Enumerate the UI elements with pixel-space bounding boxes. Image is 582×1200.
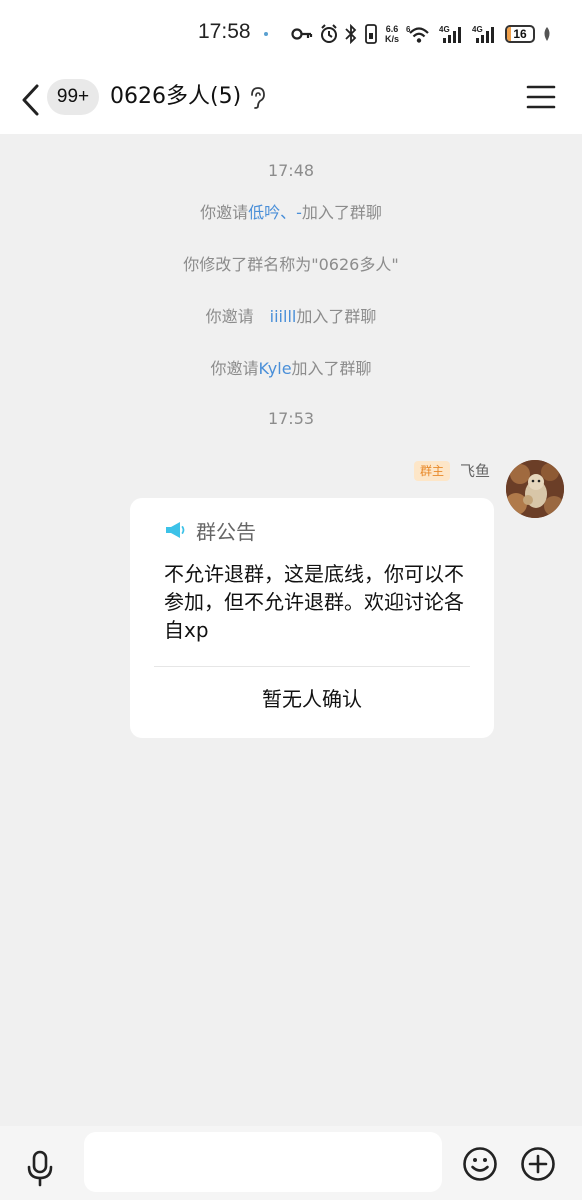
status-icons: 6.6 K/s 6 4G 4G 16 [291, 22, 552, 46]
confirm-status[interactable]: 暂无人确认 [130, 684, 494, 714]
unread-count-badge[interactable]: 99+ [47, 79, 99, 115]
notification-dot [264, 32, 268, 36]
timestamp: 17:48 [267, 161, 315, 180]
megaphone-icon [166, 522, 185, 538]
signal1-label: 4G [439, 25, 450, 34]
battery-fill [507, 27, 512, 41]
event-text: 加入了群聊 [301, 203, 382, 222]
event-text: 加入了群聊 [291, 359, 372, 378]
announcement-body: 不允许退群，这是底线，你可以不参加，但不允许退群。欢迎讨论各自xp [164, 562, 464, 642]
message-input[interactable] [84, 1132, 442, 1192]
invited-member-name[interactable]: Kyle [258, 359, 291, 378]
signal-icon: 4G [439, 25, 461, 43]
vibrate-icon [365, 24, 377, 44]
event-text: 你邀请 [210, 359, 259, 378]
battery-icon: 16 [505, 25, 535, 43]
avatar[interactable] [506, 460, 564, 518]
emoji-icon[interactable] [462, 1146, 498, 1182]
event-text: 你邀请 [205, 307, 254, 326]
network-speed: 6.6 K/s [385, 24, 399, 44]
wifi-icon: 6 [406, 25, 429, 43]
chat-title[interactable]: 0626多人(5) [110, 83, 241, 111]
signal-icon: 4G [472, 25, 494, 43]
status-bar: 17:58 6.6 K/s 6 4G 4G 16 [0, 0, 582, 66]
key-icon [291, 28, 313, 40]
bluetooth-icon [345, 24, 357, 44]
invited-member-name[interactable]: 低吟、- [248, 203, 302, 222]
message-list[interactable]: 17:48 你邀请低吟、-加入了群聊 你修改了群名称为"0626多人" 你邀请 i… [0, 134, 582, 1126]
battery-level: 16 [513, 27, 527, 41]
owner-badge: 群主 [413, 460, 450, 481]
sender-info: 群主 飞鱼 [413, 460, 490, 481]
system-message-rename: 你修改了群名称为"0626多人" [183, 255, 399, 274]
net-speed-unit: K/s [384, 34, 399, 44]
announcement-title: 群公告 [196, 519, 256, 544]
microphone-icon[interactable] [24, 1150, 56, 1188]
alarm-icon [320, 24, 337, 43]
input-bar [0, 1126, 582, 1200]
system-message-invite: 你邀请Kyle加入了群聊 [0, 358, 582, 380]
net-speed-value: 6.6 [385, 24, 399, 34]
system-message-invite: 你邀请 iiilll加入了群聊 [0, 306, 582, 328]
system-message-invite: 你邀请低吟、-加入了群聊 [0, 202, 582, 224]
plus-icon[interactable] [520, 1146, 556, 1182]
leaf-icon [544, 27, 550, 41]
back-icon[interactable] [14, 80, 48, 120]
status-time: 17:58 [198, 20, 251, 43]
event-text: 加入了群聊 [296, 307, 377, 326]
ear-icon[interactable] [248, 86, 266, 110]
menu-icon[interactable] [524, 82, 558, 112]
avatar-image [506, 460, 564, 518]
sender-name[interactable]: 飞鱼 [460, 460, 490, 481]
event-text: 你邀请 [200, 203, 249, 222]
announcement-header: 群公告 [164, 516, 256, 544]
group-announcement-card[interactable]: 群公告 不允许退群，这是底线，你可以不参加，但不允许退群。欢迎讨论各自xp 暂无… [130, 498, 494, 738]
divider [154, 666, 470, 667]
invited-member-name[interactable]: iiilll [270, 307, 297, 326]
timestamp: 17:53 [267, 409, 315, 428]
signal2-label: 4G [472, 25, 483, 34]
